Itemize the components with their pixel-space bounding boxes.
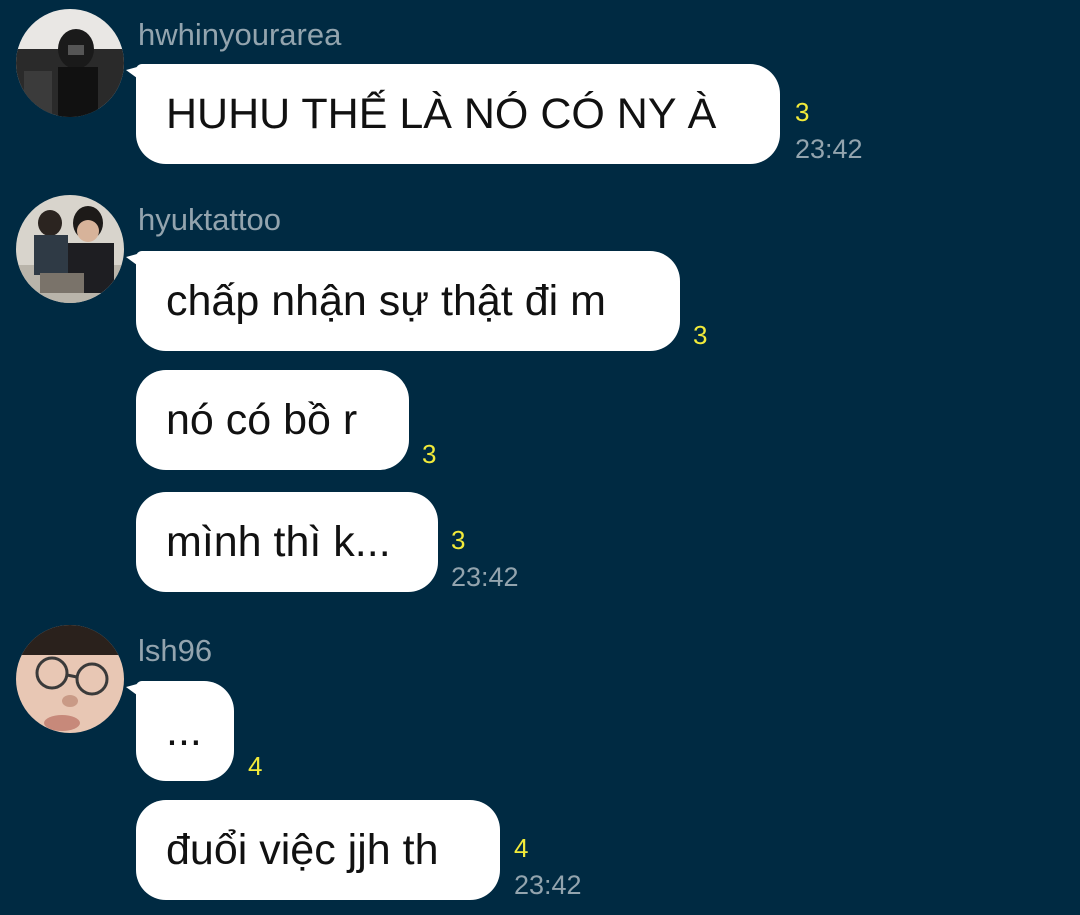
- message-text: mình thì k...: [166, 517, 391, 566]
- message-timestamp: 23:42: [795, 134, 863, 164]
- user-avatar-photo-icon: [16, 195, 124, 303]
- message-bubble[interactable]: nó có bồ r: [136, 370, 409, 470]
- username-label: lsh96: [138, 633, 213, 668]
- user-avatar-photo-icon: [16, 9, 124, 117]
- username-label: hyuktattoo: [138, 202, 282, 237]
- message-bubble[interactable]: đuổi việc jjh th: [136, 800, 500, 900]
- unread-count: 4: [514, 833, 529, 863]
- avatar-hyuktattoo[interactable]: [16, 195, 124, 303]
- message-text: nó có bồ r: [166, 395, 358, 444]
- message-bubble[interactable]: HUHU THẾ LÀ NÓ CÓ NY À: [126, 64, 780, 164]
- unread-count: 4: [248, 751, 263, 781]
- message-timestamp: 23:42: [451, 562, 519, 592]
- message-bubble[interactable]: mình thì k...: [136, 492, 438, 592]
- message-timestamp: 23:42: [514, 870, 582, 900]
- avatar-lsh96[interactable]: [16, 625, 124, 733]
- message-text: chấp nhận sự thật đi m: [166, 276, 606, 325]
- message-text: ...: [166, 706, 202, 755]
- bubble-tail-icon: [126, 681, 148, 703]
- unread-count: 3: [693, 320, 708, 350]
- message-bubble[interactable]: chấp nhận sự thật đi m: [126, 251, 680, 351]
- user-avatar-photo-icon: [16, 625, 124, 733]
- unread-count: 3: [451, 525, 466, 555]
- bubble-tail-icon: [126, 64, 148, 86]
- unread-count: 3: [422, 439, 437, 469]
- bubble-tail-icon: [126, 251, 148, 273]
- message-text: đuổi việc jjh th: [166, 825, 439, 874]
- unread-count: 3: [795, 97, 810, 127]
- message-text: HUHU THẾ LÀ NÓ CÓ NY À: [166, 89, 717, 138]
- username-label: hwhinyourarea: [138, 17, 342, 52]
- avatar-hwhinyourarea[interactable]: [16, 9, 124, 117]
- message-bubble[interactable]: ...: [126, 681, 234, 781]
